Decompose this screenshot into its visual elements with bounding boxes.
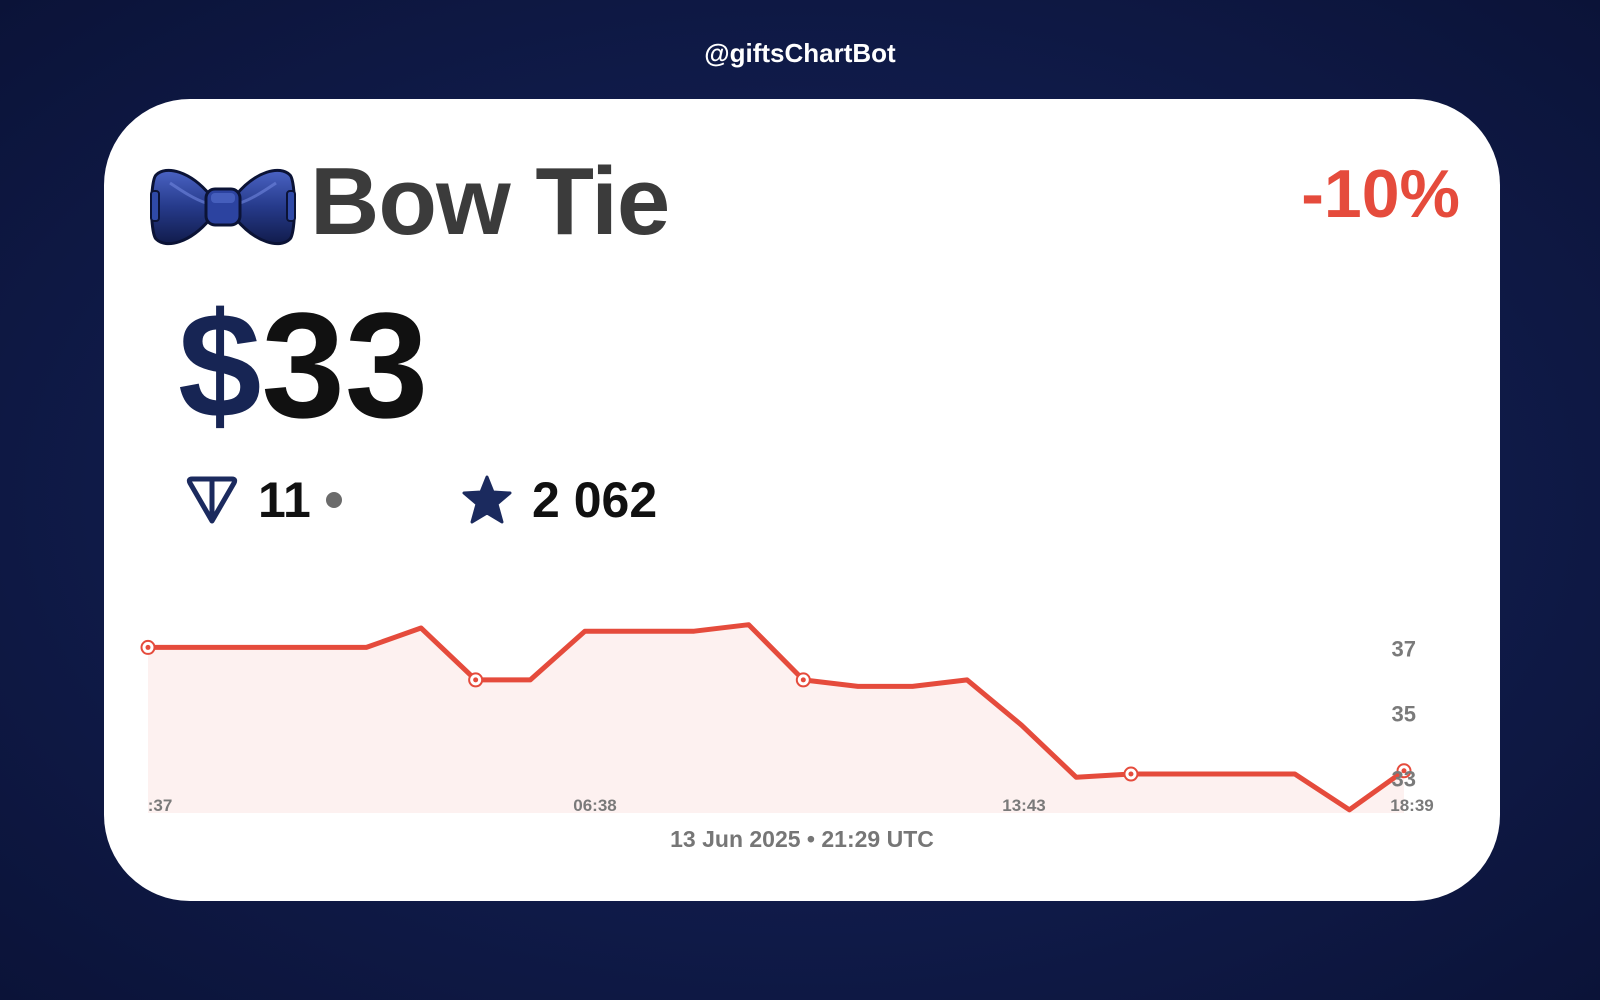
separator-dot xyxy=(326,492,342,508)
y-tick-label: 35 xyxy=(1392,701,1416,726)
bot-handle: @giftsChartBot xyxy=(704,38,896,68)
data-point-marker-center xyxy=(1128,771,1134,777)
y-tick-label: 33 xyxy=(1392,766,1416,791)
x-tick-label: 13:43 xyxy=(1002,796,1045,815)
stars-price: 2 062 xyxy=(532,472,658,528)
data-point-marker-center xyxy=(145,644,151,650)
bow-tie-icon xyxy=(150,168,296,246)
price-change-badge: -10% xyxy=(1301,156,1460,232)
data-point-marker-center xyxy=(473,677,479,683)
telegram-star-icon xyxy=(462,475,512,524)
x-tick-label: 18:39 xyxy=(1390,796,1433,815)
ton-price: 11 xyxy=(258,472,311,528)
chart-timestamp: 13 Jun 2025 • 21:29 UTC xyxy=(670,826,934,852)
x-tick-label: 06:38 xyxy=(573,796,616,815)
y-tick-label: 37 xyxy=(1392,636,1416,661)
ton-icon xyxy=(186,476,238,524)
gift-name: Bow Tie xyxy=(310,148,670,255)
usd-price: $33 xyxy=(178,279,428,452)
gift-card: Bow Tie -10% $33 11 2 062 37 35 33 :37 06:38… xyxy=(104,99,1500,901)
price-value: 33 xyxy=(261,281,429,449)
price-chart: 37 35 33 :37 06:38 13:43 18:39 xyxy=(140,622,1434,815)
currency-symbol: $ xyxy=(178,281,262,449)
data-point-marker-center xyxy=(800,677,806,683)
x-tick-label: :37 xyxy=(148,796,173,815)
